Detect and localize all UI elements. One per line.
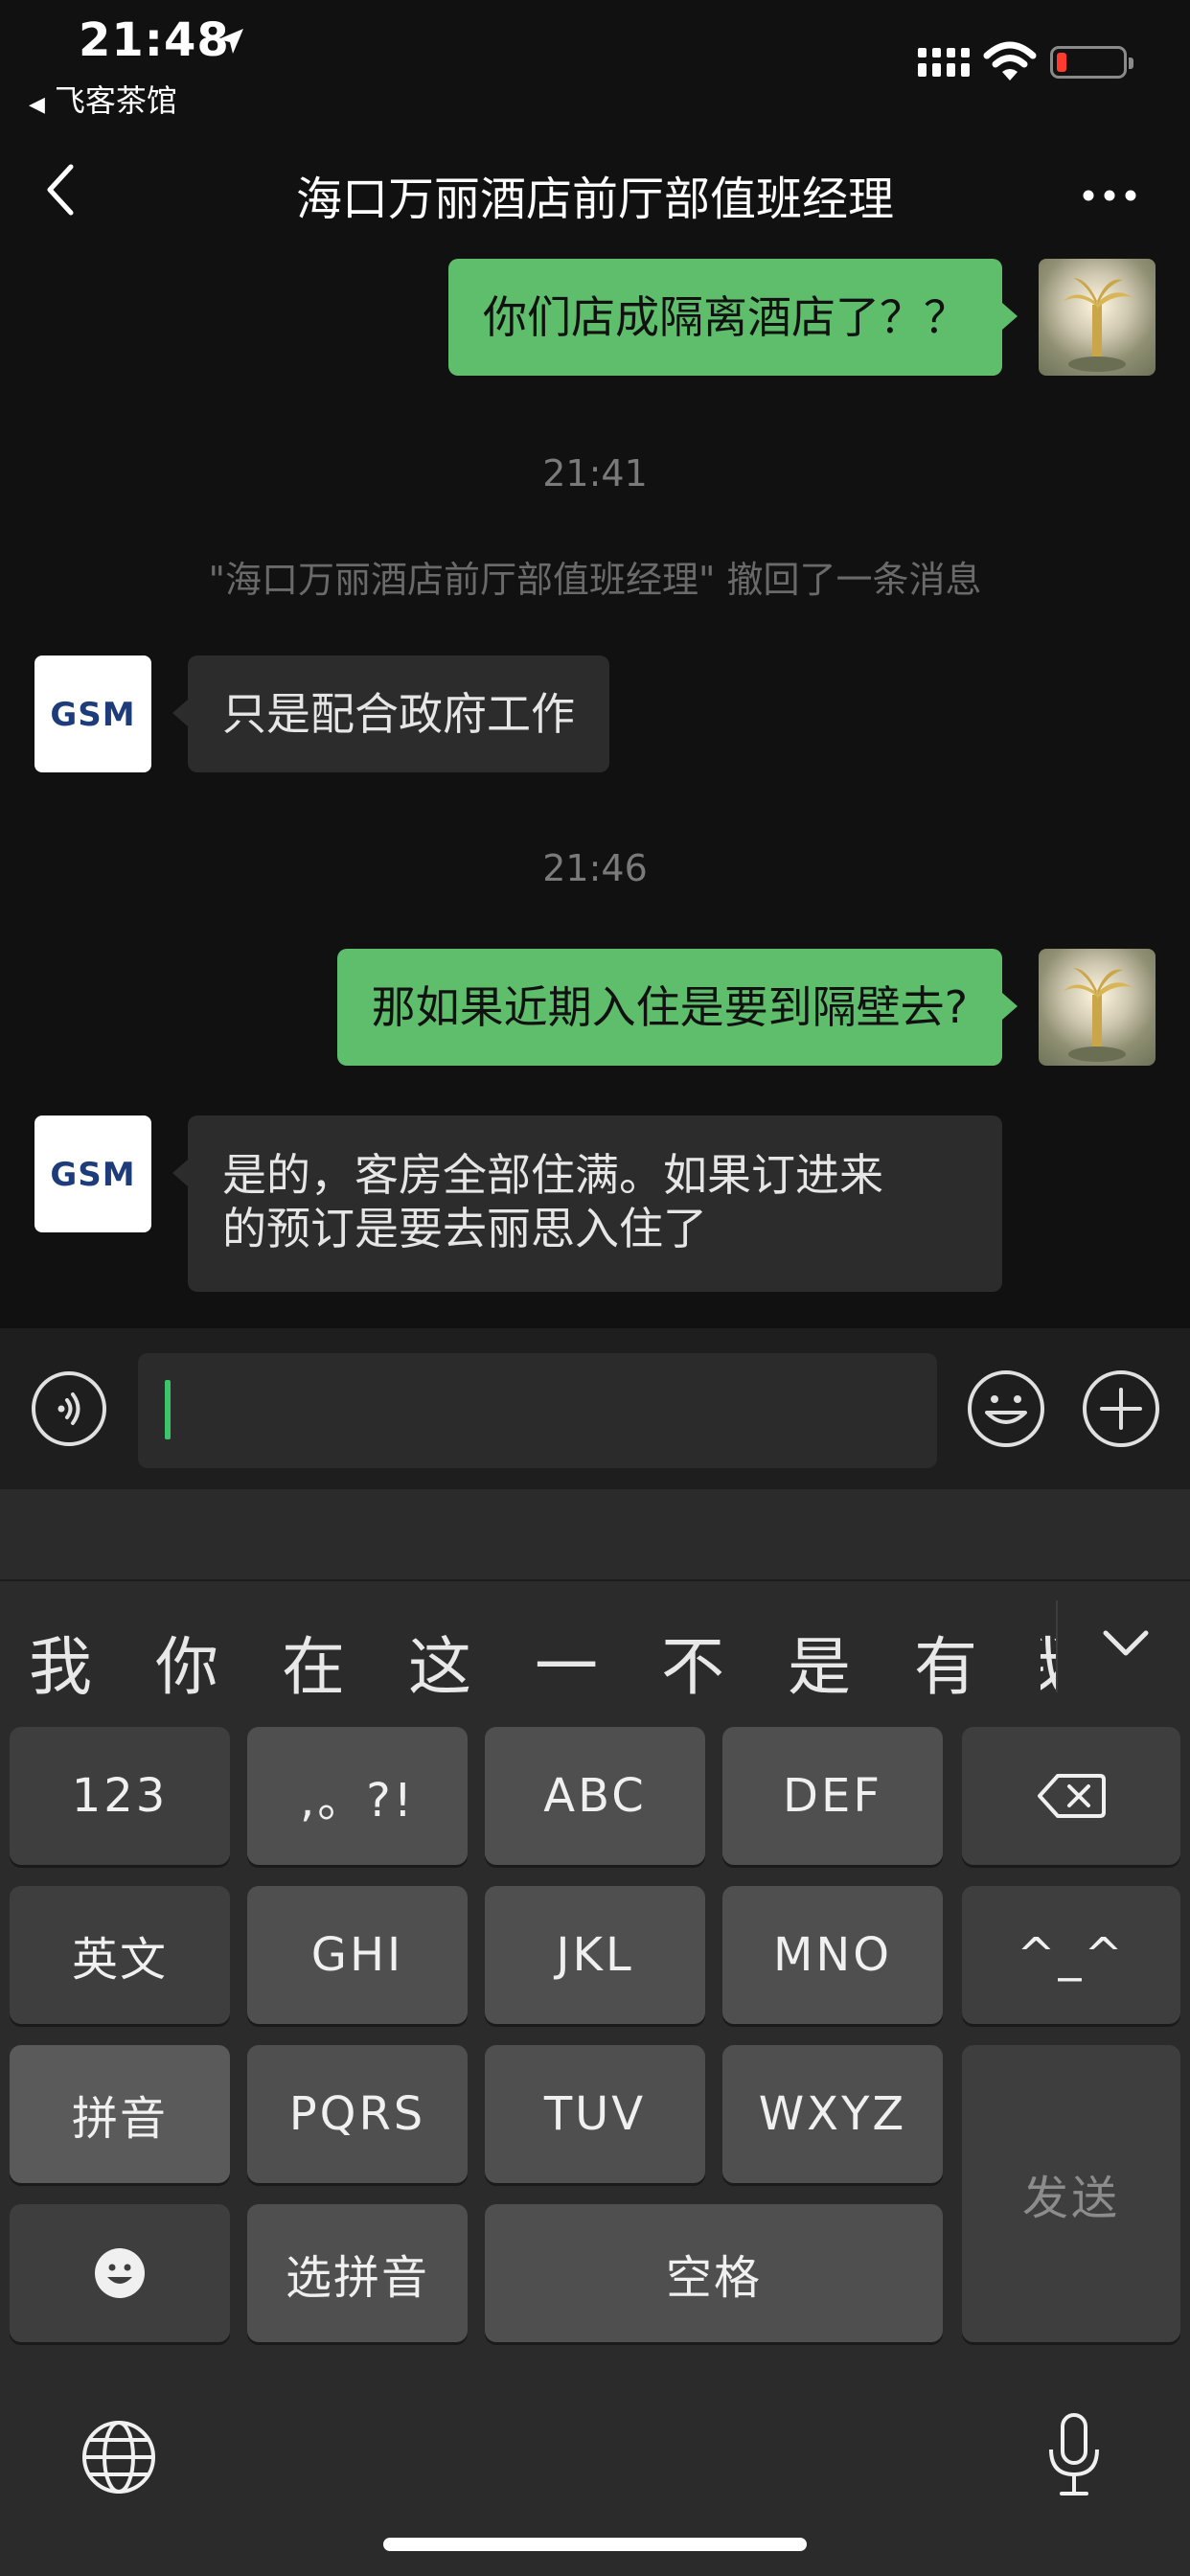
key-delete[interactable] (962, 1727, 1180, 1865)
key-pinyin[interactable]: 拼音 (10, 2045, 230, 2183)
self-avatar[interactable] (1039, 259, 1156, 376)
home-indicator[interactable] (383, 2538, 807, 2551)
emoji-icon[interactable] (966, 1368, 1046, 1449)
chat-timestamp: 21:46 (542, 847, 648, 889)
message-text: 只是配合政府工作 (222, 688, 575, 740)
location-arrow-icon (218, 29, 243, 54)
key-ghi[interactable]: GHI (247, 1886, 468, 2024)
send-button[interactable]: 发送 (962, 2045, 1180, 2342)
back-to-app-link[interactable]: ◀ 飞客茶馆 (29, 77, 177, 121)
chat-title: 海口万丽酒店前厅部值班经理 (295, 172, 894, 226)
bubble-tail (172, 700, 188, 726)
key-pqrs[interactable]: PQRS (247, 2045, 468, 2183)
plus-icon[interactable] (1081, 1368, 1161, 1449)
candidate-word[interactable]: 一 (535, 1616, 598, 1708)
palm-tree-trophy-icon (1064, 968, 1133, 1062)
message-bubble-other[interactable]: 是的，客房全部住满。如果订进来 的预订是要去丽思入住了 (188, 1116, 1002, 1292)
globe-icon[interactable] (80, 2419, 157, 2496)
svg-text:GSM: GSM (50, 696, 135, 733)
palm-tree-trophy-icon (1064, 278, 1133, 372)
key-mno[interactable]: MNO (722, 1886, 943, 2024)
status-time: 21:48 (79, 13, 230, 67)
candidate-word: 我 (1041, 1616, 1056, 1702)
candidate-separator (1056, 1600, 1058, 1692)
candidate-word[interactable]: 是 (788, 1616, 851, 1708)
key-punctuation[interactable]: ,。?! (247, 1727, 468, 1865)
candidate-word[interactable]: 有 (914, 1616, 977, 1708)
candidate-word[interactable]: 在 (282, 1616, 345, 1708)
svg-text:GSM: GSM (50, 1156, 135, 1193)
bubble-tail (1002, 303, 1018, 330)
backspace-icon (1038, 1774, 1106, 1818)
key-123[interactable]: 123 (10, 1727, 230, 1865)
message-text: 你们店成隔离酒店了？？ (483, 291, 968, 343)
gsm-logo-icon: GSM (50, 1156, 135, 1193)
key-def[interactable]: DEF (722, 1727, 943, 1865)
key-emoticon[interactable]: ^_^ (962, 1886, 1180, 2024)
message-input[interactable] (138, 1353, 937, 1468)
collapse-chevron-icon[interactable] (1102, 1629, 1150, 1658)
key-wxyz[interactable]: WXYZ (722, 2045, 943, 2183)
key-abc[interactable]: ABC (485, 1727, 705, 1865)
emoji-smile-icon (95, 2248, 145, 2298)
wifi-icon (983, 41, 1037, 80)
message-text-line: 是的，客房全部住满。如果订进来 (222, 1149, 883, 1201)
battery-icon (1050, 46, 1133, 79)
key-space[interactable]: 空格 (485, 2204, 943, 2342)
candidate-word[interactable]: 你 (155, 1616, 218, 1708)
message-bubble-self[interactable]: 你们店成隔离酒店了？？ (448, 259, 1002, 376)
message-text: 那如果近期入住是要到隔壁去? (371, 981, 968, 1033)
gsm-logo-icon: GSM (50, 696, 135, 733)
contact-avatar[interactable]: GSM (34, 656, 151, 772)
text-cursor (165, 1380, 171, 1439)
bubble-tail (172, 1160, 188, 1186)
key-jkl[interactable]: JKL (485, 1886, 705, 2024)
self-avatar[interactable] (1039, 949, 1156, 1066)
recall-notice: "海口万丽酒店前厅部值班经理" 撤回了一条消息 (208, 559, 982, 601)
more-options-icon[interactable] (1081, 188, 1138, 203)
microphone-icon[interactable] (1044, 2411, 1104, 2499)
back-app-label: 飞客茶馆 (54, 82, 177, 119)
key-english[interactable]: 英文 (10, 1886, 230, 2024)
message-bubble-self[interactable]: 那如果近期入住是要到隔壁去? (336, 949, 1002, 1066)
cellular-signal-icon (918, 48, 970, 77)
voice-input-icon[interactable] (31, 1370, 107, 1447)
message-text-line: 的预订是要去丽思入住了 (222, 1203, 707, 1254)
key-tuv[interactable]: TUV (485, 2045, 705, 2183)
candidate-overflow[interactable]: 我 (1041, 1616, 1056, 1702)
candidate-word[interactable]: 我 (29, 1616, 92, 1708)
key-select-pinyin[interactable]: 选拼音 (247, 2204, 468, 2342)
chat-timestamp: 21:41 (542, 452, 648, 494)
message-bubble-other[interactable]: 只是配合政府工作 (188, 656, 609, 772)
candidate-word[interactable]: 不 (661, 1616, 724, 1708)
keyboard-divider (0, 1579, 1190, 1581)
back-triangle-icon: ◀ (29, 93, 45, 117)
bubble-tail (1002, 993, 1018, 1020)
contact-avatar[interactable]: GSM (34, 1116, 151, 1232)
candidate-word[interactable]: 这 (408, 1616, 471, 1708)
key-emoji[interactable] (10, 2204, 230, 2342)
